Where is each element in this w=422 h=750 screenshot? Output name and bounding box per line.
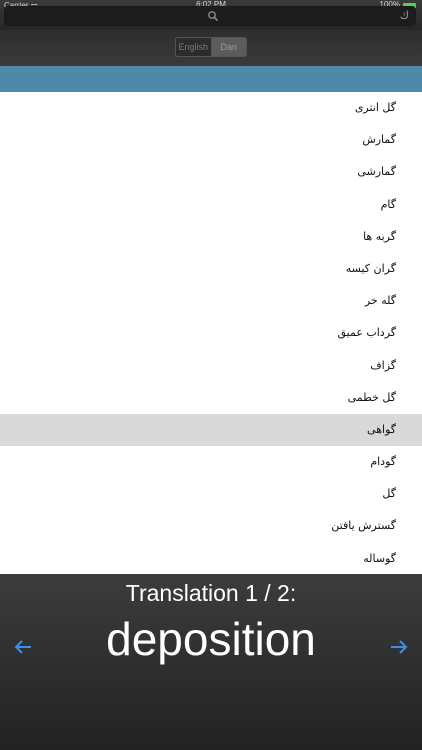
word-label: گزاف [370,358,396,372]
language-option-dari[interactable]: Dari [211,38,246,56]
word-label: گران کیسه [345,261,396,275]
arrow-left-icon[interactable] [12,636,34,658]
list-item[interactable]: گمارش [0,124,422,158]
word-label: گل [382,487,396,501]
list-item[interactable]: گوساله [0,542,422,575]
list-item[interactable]: گران کیسه [0,252,422,287]
arrow-right-icon[interactable] [388,636,410,658]
search-clear-icon[interactable]: ك [400,9,409,22]
list-item[interactable]: گزاف [0,349,422,383]
word-label: گله خر [364,294,396,308]
list-item[interactable]: گل خطمی [0,381,422,414]
language-option-english[interactable]: English [176,38,212,56]
dictionary-screen: Carrier ᯤ 6:02 PM 100% ك English Dari گل… [0,0,422,750]
language-toolbar: English Dari [0,30,422,66]
word-label: گل انتری [354,101,396,114]
word-label: گواهی [367,422,396,436]
word-label: گمارشی [357,165,396,179]
list-item[interactable]: گام [0,188,422,222]
word-label: گوساله [363,551,396,565]
language-toggle: English Dari [175,37,247,57]
list-item[interactable]: گل [0,478,422,512]
list-item[interactable]: گل انتری [0,92,422,126]
search-input[interactable]: ك [4,6,416,26]
list-header-bar [0,66,422,92]
top-bar: Carrier ᯤ 6:02 PM 100% ك [0,0,422,30]
word-label: گمارش [362,133,396,147]
translation-count: Translation 1 / 2: [125,580,297,606]
word-label: گل خطمی [347,390,396,404]
word-label: گام [380,197,396,211]
word-label: گربه ها [363,229,396,243]
list-item[interactable]: گربه ها [0,220,422,254]
word-label: گرداب عمیق [337,326,396,340]
search-icon [208,11,219,22]
list-item[interactable]: گمارشی [0,156,422,190]
word-label: گسترش یافتن [331,519,396,533]
list-item[interactable]: گرداب عمیق [0,317,422,351]
word-label: گودام [370,455,396,469]
translation-word: deposition [106,613,316,665]
list-item[interactable]: گله خر [0,285,422,319]
list-item-selected[interactable]: گواهی [0,413,422,447]
translation-panel: Translation 1 / 2: deposition [0,574,422,750]
word-list: گل انتری گمارش گمارشی گام گربه ها گران ک… [0,92,422,575]
list-item[interactable]: گسترش یافتن [0,510,422,544]
list-item[interactable]: گودام [0,446,422,480]
